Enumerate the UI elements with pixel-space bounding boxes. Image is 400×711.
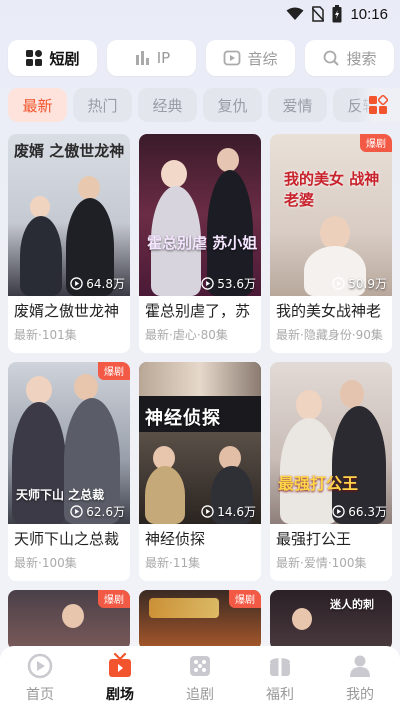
category-label: 搜索	[346, 49, 377, 68]
drama-meta: 最新·隐藏身份·90集	[276, 328, 383, 342]
drama-card[interactable]: 爆剧	[139, 590, 261, 650]
no-sim-icon	[312, 6, 325, 22]
poster-art-title: 神经侦探	[145, 408, 221, 429]
nav-label: 福利	[266, 687, 294, 703]
category-label: 音综	[247, 49, 278, 68]
drama-poster: 废婿 之傲世龙神 64.8万	[8, 134, 130, 296]
drama-title: 我的美女战神老	[276, 302, 382, 320]
nav-label: 剧场	[106, 687, 134, 703]
poster-art-title: 最强打公王	[278, 474, 359, 493]
drama-card[interactable]: 最强打公王 66.3万 最强打公王 最新·爱情·100集	[270, 362, 392, 581]
hot-badge: 爆剧	[360, 134, 392, 152]
category-grid-icon	[369, 95, 388, 114]
play-circle-icon	[70, 277, 83, 290]
drama-poster: 爆剧 天师下山 之总裁 62.6万	[8, 362, 130, 524]
play-count: 62.6万	[70, 503, 125, 520]
hot-badge: 爆剧	[98, 590, 130, 608]
category-ip[interactable]: IP	[107, 40, 196, 76]
play-count: 50.9万	[332, 275, 387, 292]
category-short-drama[interactable]: 短剧	[8, 40, 97, 76]
drama-poster: 爆剧 我的美女 战神老婆 50.9万	[270, 134, 392, 296]
tag-expand-button[interactable]	[356, 88, 400, 122]
nav-theater[interactable]: 剧场	[85, 652, 155, 704]
drama-meta: 最新·101集	[14, 328, 77, 342]
drama-title: 天师下山之总裁	[14, 530, 120, 548]
play-square-icon	[224, 50, 241, 66]
tag-revenge[interactable]: 复仇	[203, 88, 262, 122]
poster-art-title: 迷人的刺	[330, 598, 374, 611]
hot-badge: 爆剧	[229, 590, 261, 608]
drama-meta: 最新·11集	[145, 556, 201, 570]
nav-profile[interactable]: 我的	[325, 652, 395, 704]
status-bar: 10:16	[0, 0, 400, 30]
play-circle-icon	[201, 505, 214, 518]
search-icon	[324, 50, 340, 66]
tag-classic[interactable]: 经典	[138, 88, 197, 122]
drama-title: 最强打公王	[276, 530, 352, 548]
theater-icon	[109, 652, 131, 677]
poster-art-title: 我的美女 战神老婆	[284, 170, 380, 209]
play-circle-icon	[332, 505, 345, 518]
category-label: IP	[156, 49, 171, 67]
drama-poster: 神经侦探 14.6万	[139, 362, 261, 524]
follow-icon	[190, 656, 210, 676]
poster-art-title: 天师下山 之总裁	[16, 488, 105, 502]
drama-card[interactable]: 爆剧 我的美女 战神老婆 50.9万 我的美女战神老 最新·隐藏身份·90集	[270, 134, 392, 353]
wifi-icon	[286, 7, 304, 20]
drama-title: 废婿之傲世龙神	[14, 302, 120, 320]
nav-home[interactable]: 首页	[5, 652, 75, 704]
play-count: 14.6万	[201, 503, 256, 520]
search-button[interactable]: 搜索	[305, 40, 394, 76]
status-time: 10:16	[350, 5, 388, 23]
drama-title: 神经侦探	[145, 530, 206, 548]
home-play-icon	[27, 653, 53, 679]
play-count: 66.3万	[332, 503, 387, 520]
bars-icon	[135, 51, 149, 65]
drama-card[interactable]: 废婿 之傲世龙神 64.8万 废婿之傲世龙神 最新·101集	[8, 134, 130, 353]
drama-card[interactable]: 神经侦探 14.6万 神经侦探 最新·11集	[139, 362, 261, 581]
play-circle-icon	[201, 277, 214, 290]
drama-card[interactable]: 迷人的刺	[270, 590, 392, 650]
category-row: 短剧 IP 音综 搜索	[8, 40, 394, 76]
drama-poster: 爆剧	[8, 590, 130, 650]
drama-poster: 最强打公王 66.3万	[270, 362, 392, 524]
grid-icon	[26, 50, 43, 66]
drama-meta: 最新·爱情·100集	[276, 556, 367, 570]
poster-art-title: 霍总别虐 苏小姐	[147, 234, 258, 252]
category-label: 短剧	[49, 49, 80, 68]
tag-romance[interactable]: 爱情	[268, 88, 327, 122]
tag-popular[interactable]: 热门	[73, 88, 132, 122]
bottom-nav: 首页 剧场 追剧 福利 我的	[0, 646, 400, 711]
tag-row: 最新 热门 经典 复仇 爱情 反转	[8, 88, 400, 122]
drama-meta: 最新·100集	[14, 556, 77, 570]
nav-follow[interactable]: 追剧	[165, 652, 235, 704]
user-icon	[350, 655, 370, 677]
category-variety[interactable]: 音综	[206, 40, 295, 76]
battery-icon	[332, 5, 342, 23]
play-count: 53.6万	[201, 275, 256, 292]
tag-latest[interactable]: 最新	[8, 88, 67, 122]
hot-badge: 爆剧	[98, 362, 130, 380]
nav-welfare[interactable]: 福利	[245, 652, 315, 704]
poster-art-title: 废婿 之傲世龙神	[14, 142, 125, 160]
drama-card[interactable]: 爆剧 天师下山 之总裁 62.6万 天师下山之总裁 最新·100集	[8, 362, 130, 581]
drama-meta: 最新·虐心·80集	[145, 328, 228, 342]
nav-label: 我的	[346, 687, 374, 703]
nav-label: 首页	[26, 687, 54, 703]
drama-title: 霍总别虐了，苏	[145, 302, 251, 320]
drama-poster: 迷人的刺	[270, 590, 392, 650]
gift-icon	[270, 657, 290, 676]
play-count: 64.8万	[70, 275, 125, 292]
play-circle-icon	[332, 277, 345, 290]
nav-label: 追剧	[186, 687, 214, 703]
drama-card[interactable]: 霍总别虐 苏小姐 53.6万 霍总别虐了，苏 最新·虐心·80集	[139, 134, 261, 353]
play-circle-icon	[70, 505, 83, 518]
drama-card[interactable]: 爆剧	[8, 590, 130, 650]
drama-poster: 霍总别虐 苏小姐 53.6万	[139, 134, 261, 296]
drama-poster: 爆剧	[139, 590, 261, 650]
